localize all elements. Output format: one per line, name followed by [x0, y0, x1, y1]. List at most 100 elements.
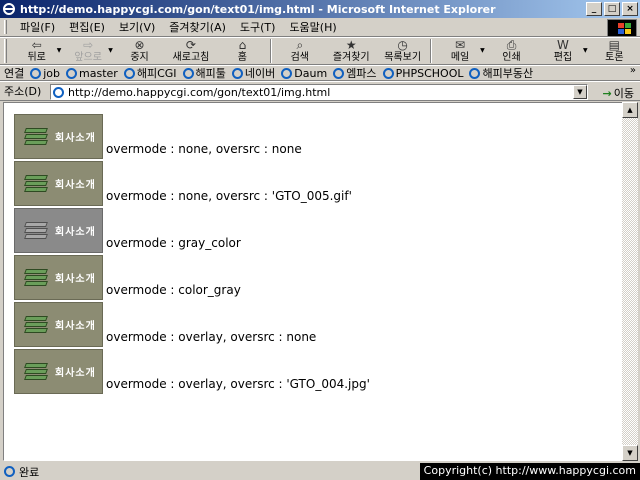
company-intro-button[interactable]: 회사소개: [14, 161, 103, 206]
word-edit-icon: W: [556, 38, 569, 52]
page-content: 회사소개 overmode : none, oversrc : none 회사소…: [3, 102, 623, 461]
company-intro-button[interactable]: 회사소개: [14, 208, 103, 253]
history-button[interactable]: ◷ 목록보기: [377, 38, 428, 65]
title-bar: http://demo.happycgi.com/gon/text01/img.…: [0, 0, 640, 18]
menu-grip[interactable]: [4, 20, 7, 34]
row-description: overmode : overlay, oversrc : 'GTO_004.j…: [106, 377, 370, 391]
scroll-up-button[interactable]: ▲: [622, 102, 638, 118]
minimize-button[interactable]: _: [586, 2, 602, 16]
forward-arrow-icon: ⇨: [83, 38, 94, 52]
book-stack-icon: [24, 268, 48, 287]
search-icon: ⌕: [296, 38, 304, 52]
printer-icon: ⎙: [506, 38, 517, 52]
windows-logo-icon: [607, 19, 637, 37]
row-description: overmode : color_gray: [106, 283, 241, 297]
go-arrow-icon: →: [602, 86, 612, 100]
forward-button[interactable]: ⇨ 앞으로 ▼: [62, 38, 113, 65]
menu-tools[interactable]: 도구(T): [233, 19, 283, 35]
book-stack-icon: [24, 221, 48, 240]
menu-favorites[interactable]: 즐겨찾기(A): [162, 19, 233, 35]
link-empas[interactable]: 엠파스: [333, 65, 377, 81]
toolbar-separator: [430, 39, 433, 63]
back-dropdown-icon[interactable]: ▼: [57, 47, 62, 54]
copyright-notice: Copyright(c) http://www.happycgi.com: [419, 463, 640, 480]
ie-page-icon: [333, 67, 345, 79]
ie-page-icon: [53, 86, 64, 98]
discuss-icon: ▤: [608, 38, 620, 52]
company-intro-button[interactable]: 회사소개: [14, 349, 103, 394]
company-intro-button[interactable]: 회사소개: [14, 255, 103, 300]
address-label: 주소(D): [4, 85, 42, 98]
ie-page-icon: [123, 67, 135, 79]
links-label: 연결: [4, 67, 25, 80]
address-input[interactable]: http://demo.happycgi.com/gon/text01/img.…: [50, 84, 588, 100]
link-phpschool[interactable]: PHPSCHOOL: [382, 67, 463, 80]
mail-dropdown-icon[interactable]: ▼: [480, 47, 485, 54]
row-description: overmode : overlay, oversrc : none: [106, 330, 317, 344]
toolbar-grip[interactable]: [4, 39, 7, 63]
home-button[interactable]: ⌂ 홈: [217, 38, 268, 65]
address-dropdown-button[interactable]: ▼: [573, 85, 587, 99]
stop-button[interactable]: ⊗ 중지: [114, 38, 165, 65]
edit-button[interactable]: W 편집 ▼: [537, 38, 588, 65]
row-description: overmode : none, oversrc : 'GTO_005.gif': [106, 189, 352, 203]
forward-dropdown-icon[interactable]: ▼: [108, 47, 113, 54]
book-stack-icon: [24, 362, 48, 381]
ie-page-icon: [231, 67, 243, 79]
link-job[interactable]: job: [30, 67, 60, 80]
menu-bar: 파일(F) 편집(E) 보기(V) 즐겨찾기(A) 도구(T) 도움말(H): [0, 18, 640, 37]
list-item: 회사소개 overmode : color_gray: [14, 255, 241, 300]
window-title: http://demo.happycgi.com/gon/text01/img.…: [20, 2, 496, 16]
ie-page-icon: [469, 67, 481, 79]
vertical-scrollbar[interactable]: ▲ ▼: [622, 102, 638, 461]
list-item: 회사소개 overmode : none, oversrc : none: [14, 114, 302, 159]
row-description: overmode : gray_color: [106, 236, 241, 250]
window-controls: _ □ ×: [584, 2, 638, 16]
link-happy-realestate[interactable]: 해피부동산: [469, 65, 533, 81]
refresh-button[interactable]: ⟳ 새로고침: [165, 38, 216, 65]
print-button[interactable]: ⎙ 인쇄: [486, 38, 537, 65]
row-description: overmode : none, oversrc : none: [106, 142, 302, 156]
favorites-icon: ★: [345, 38, 357, 52]
menu-help[interactable]: 도움말(H): [282, 19, 343, 35]
standard-toolbar: ⇦ 뒤로 ▼ ⇨ 앞으로 ▼ ⊗ 중지 ⟳ 새로고침 ⌂ 홈 ⌕ 검색 ★ 즐겨…: [0, 37, 640, 65]
company-intro-button[interactable]: 회사소개: [14, 114, 103, 159]
favorites-button[interactable]: ★ 즐겨찾기: [326, 38, 377, 65]
address-bar: 주소(D) http://demo.happycgi.com/gon/text0…: [0, 81, 640, 101]
close-button[interactable]: ×: [622, 2, 638, 16]
link-naver[interactable]: 네이버: [231, 65, 275, 81]
list-item: 회사소개 overmode : overlay, oversrc : 'GTO_…: [14, 349, 370, 394]
toolbar-separator: [270, 39, 273, 63]
ie-page-icon: [382, 67, 394, 79]
menu-view[interactable]: 보기(V): [112, 19, 162, 35]
list-item: 회사소개 overmode : none, oversrc : 'GTO_005…: [14, 161, 352, 206]
history-icon: ◷: [397, 38, 408, 52]
address-url: http://demo.happycgi.com/gon/text01/img.…: [68, 85, 331, 99]
mail-button[interactable]: ✉ 메일 ▼: [434, 38, 485, 65]
status-text: 완료: [19, 465, 40, 479]
search-button[interactable]: ⌕ 검색: [274, 38, 325, 65]
book-stack-icon: [24, 174, 48, 193]
scroll-down-button[interactable]: ▼: [622, 445, 638, 461]
edit-dropdown-icon[interactable]: ▼: [583, 47, 588, 54]
back-button[interactable]: ⇦ 뒤로 ▼: [11, 38, 62, 65]
ie-page-icon: [66, 67, 78, 79]
ie-page-icon: [281, 67, 293, 79]
maximize-button[interactable]: □: [604, 2, 620, 16]
discuss-button[interactable]: ▤ 토론: [589, 38, 640, 65]
link-master[interactable]: master: [66, 67, 118, 80]
link-happytool[interactable]: 해피툴: [182, 65, 226, 81]
ie-page-icon: [30, 67, 42, 79]
company-intro-button[interactable]: 회사소개: [14, 302, 103, 347]
back-arrow-icon: ⇦: [31, 38, 42, 52]
menu-file[interactable]: 파일(F): [13, 19, 62, 35]
go-button[interactable]: → 이동: [603, 85, 634, 101]
link-daum[interactable]: Daum: [281, 67, 327, 80]
mail-icon: ✉: [455, 38, 466, 52]
links-more-chevron-icon[interactable]: »: [630, 65, 636, 76]
menu-edit[interactable]: 편집(E): [62, 19, 112, 35]
stop-icon: ⊗: [134, 38, 145, 52]
link-happycgi[interactable]: 해피CGI: [123, 65, 177, 81]
book-stack-icon: [24, 127, 48, 146]
list-item: 회사소개 overmode : overlay, oversrc : none: [14, 302, 316, 347]
